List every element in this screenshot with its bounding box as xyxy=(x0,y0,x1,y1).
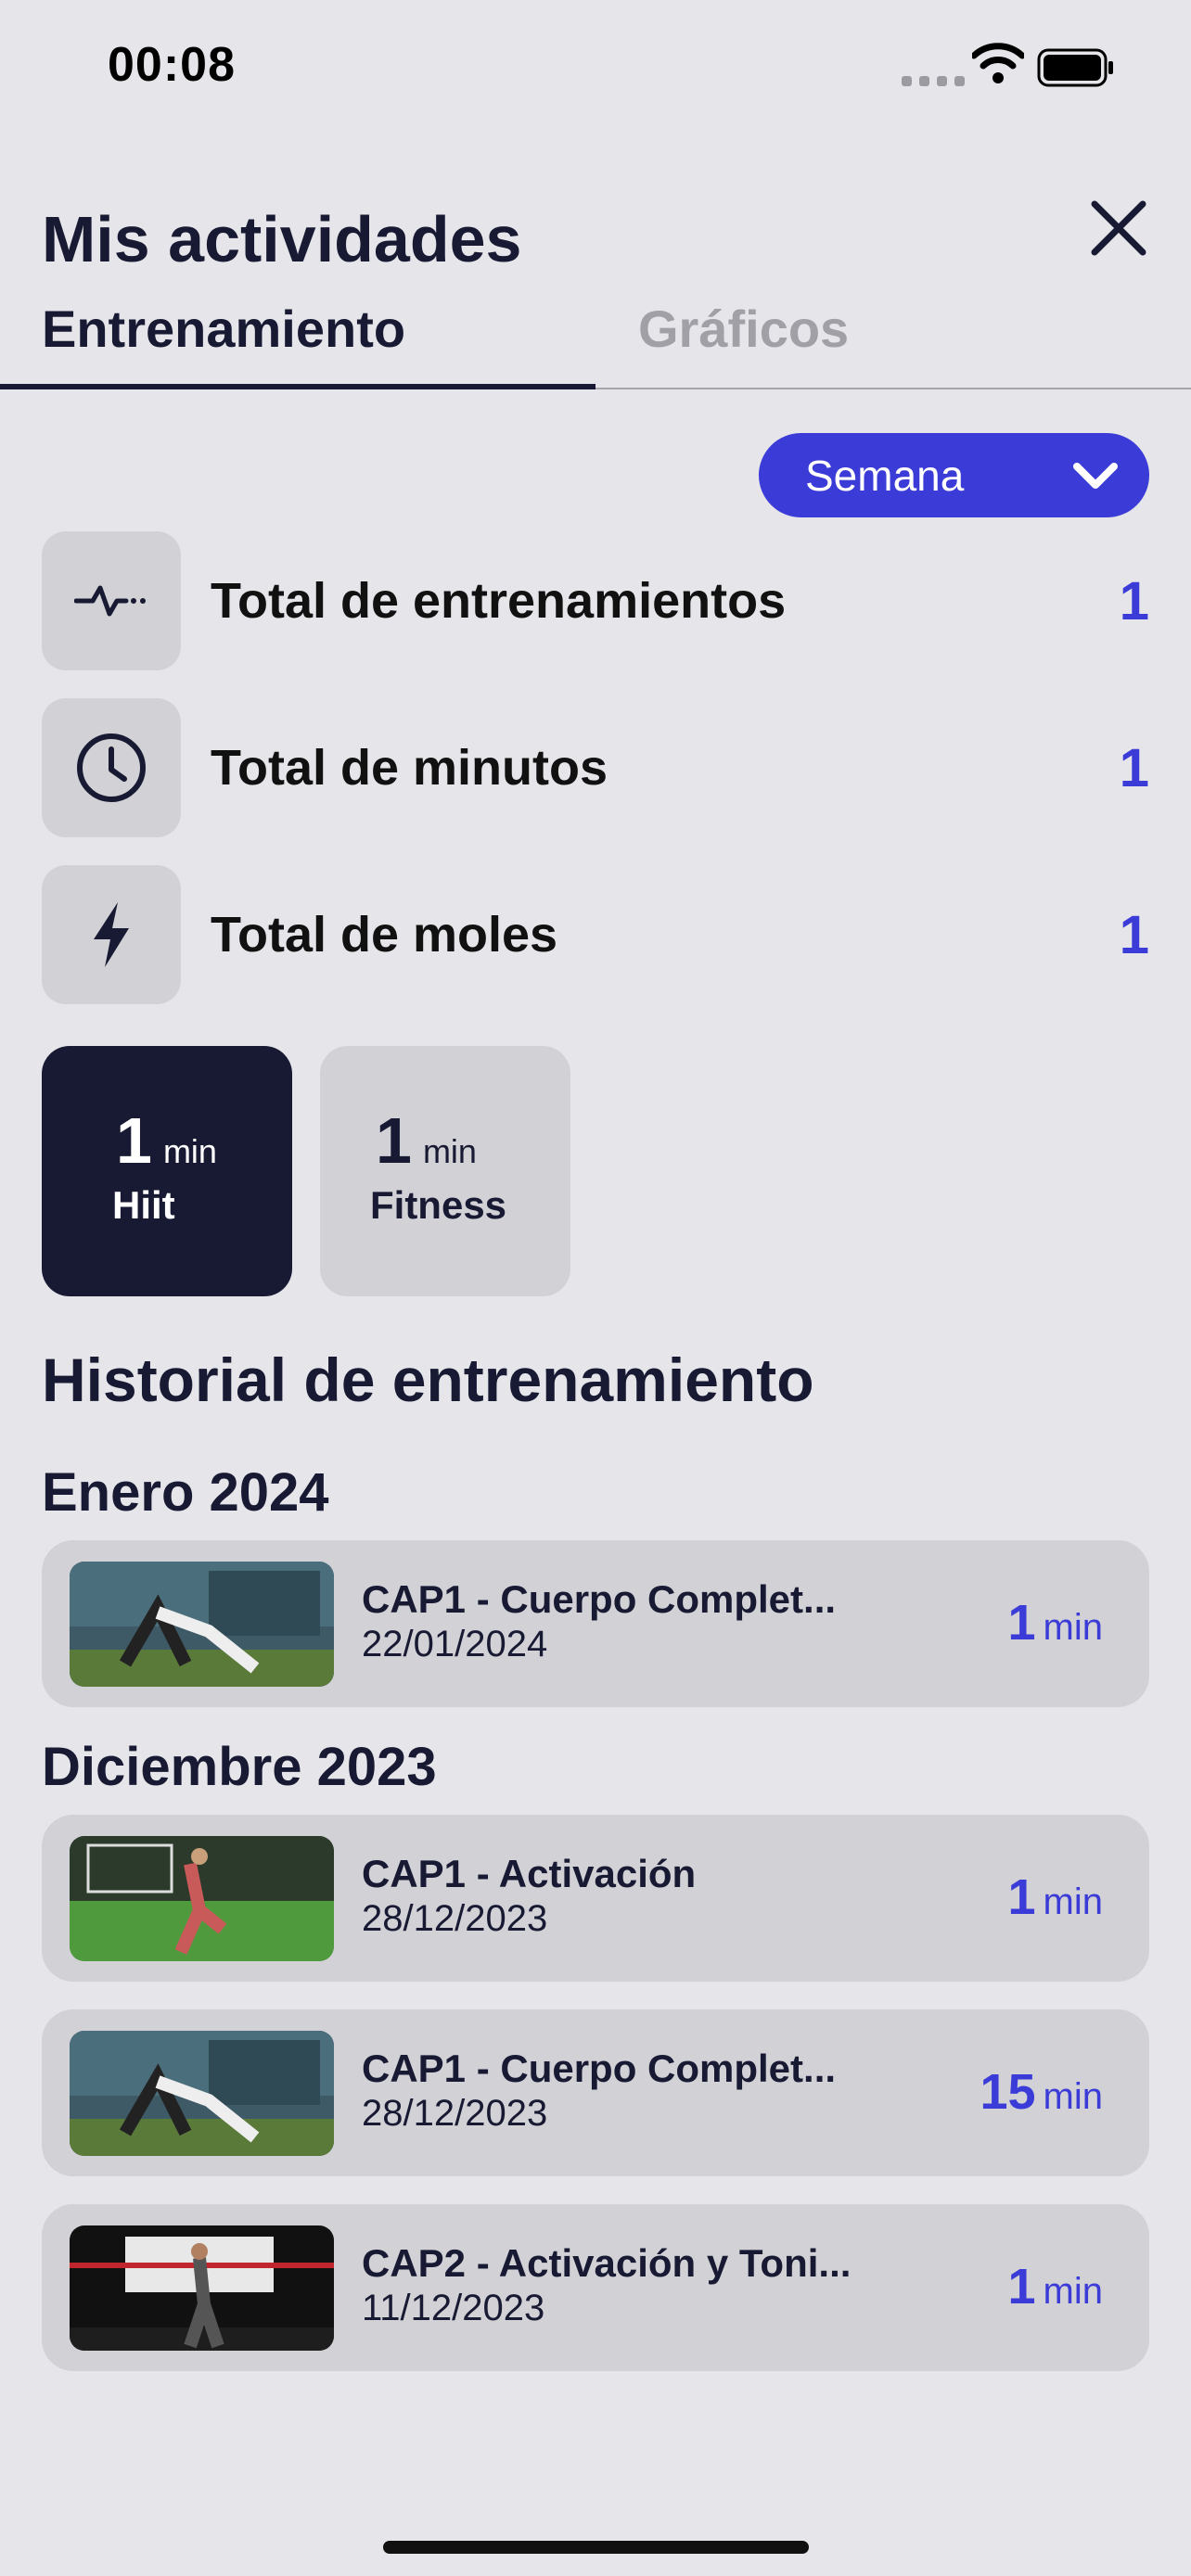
workout-name: CAP2 - Activación y Toni... xyxy=(362,2241,852,2285)
category-unit: min xyxy=(162,1132,217,1170)
category-minutes: 1 xyxy=(376,1104,412,1177)
history-title: Historial de entrenamiento xyxy=(42,1345,814,1414)
history-item[interactable]: CAP1 - Cuerpo Complet... 22/01/2024 1 min xyxy=(42,1540,1149,1707)
history-item[interactable]: CAP1 - Activación 28/12/2023 1 min xyxy=(42,1815,1149,1982)
workout-name: CAP1 - Activación xyxy=(362,1852,697,1895)
workout-date: 28/12/2023 xyxy=(362,1898,548,1939)
chevron-down-icon xyxy=(1073,463,1118,489)
page-title: Mis actividades xyxy=(42,203,522,275)
tab-charts[interactable]: Gráficos xyxy=(638,299,849,359)
category-name: Fitness xyxy=(370,1183,507,1227)
clock-icon xyxy=(77,733,146,802)
category-card-fitness[interactable]: 1 min Fitness xyxy=(320,1046,570,1296)
stat-value: 1 xyxy=(1119,737,1149,798)
workout-date: 11/12/2023 xyxy=(362,2288,545,2328)
category-card-hiit[interactable]: 1 min Hiit xyxy=(42,1046,292,1296)
workout-duration: 15 min xyxy=(980,2064,1103,2120)
home-indicator xyxy=(383,2541,809,2554)
workout-duration: 1 min xyxy=(1007,1869,1104,1925)
stat-total-moles: Total de moles 1 xyxy=(42,865,1149,1004)
workout-thumbnail xyxy=(70,2031,334,2156)
stat-total-minutes: Total de minutos 1 xyxy=(42,698,1149,837)
wifi-icon xyxy=(972,43,1024,83)
pulse-icon xyxy=(74,585,146,617)
stat-label: Total de moles xyxy=(211,907,558,963)
stat-label: Total de entrenamientos xyxy=(211,573,787,629)
month-heading: Diciembre 2023 xyxy=(42,1737,437,1797)
stat-value: 1 xyxy=(1119,570,1149,631)
stat-value: 1 xyxy=(1119,904,1149,965)
category-minutes: 1 xyxy=(116,1104,152,1177)
close-icon[interactable] xyxy=(1085,195,1152,261)
period-dropdown-value: Semana xyxy=(805,451,965,500)
workout-duration: 1 min xyxy=(1007,2259,1104,2315)
category-name: Hiit xyxy=(112,1183,175,1227)
history-item[interactable]: CAP2 - Activación y Toni... 11/12/2023 1… xyxy=(42,2204,1149,2371)
workout-thumbnail xyxy=(70,1562,334,1687)
active-tab-indicator xyxy=(0,384,596,389)
workout-date: 28/12/2023 xyxy=(362,2093,548,2134)
workout-duration: 1 min xyxy=(1007,1595,1104,1651)
period-dropdown[interactable]: Semana xyxy=(759,433,1149,517)
battery-icon xyxy=(1037,48,1113,87)
lightning-icon xyxy=(94,902,129,967)
workout-thumbnail xyxy=(70,1836,334,1961)
stat-total-workouts: Total de entrenamientos 1 xyxy=(42,531,1149,670)
history-item[interactable]: CAP1 - Cuerpo Complet... 28/12/2023 15 mi… xyxy=(42,2009,1149,2176)
workout-name: CAP1 - Cuerpo Complet... xyxy=(362,1577,837,1621)
workout-thumbnail xyxy=(70,2225,334,2351)
category-unit: min xyxy=(422,1132,477,1170)
month-heading: Enero 2024 xyxy=(42,1462,329,1523)
workout-name: CAP1 - Cuerpo Complet... xyxy=(362,2047,837,2090)
workout-date: 22/01/2024 xyxy=(362,1624,548,1664)
stat-label: Total de minutos xyxy=(211,740,608,796)
status-time: 00:08 xyxy=(108,38,236,92)
tab-training[interactable]: Entrenamiento xyxy=(42,299,405,359)
cellular-signal-icon xyxy=(902,76,965,86)
